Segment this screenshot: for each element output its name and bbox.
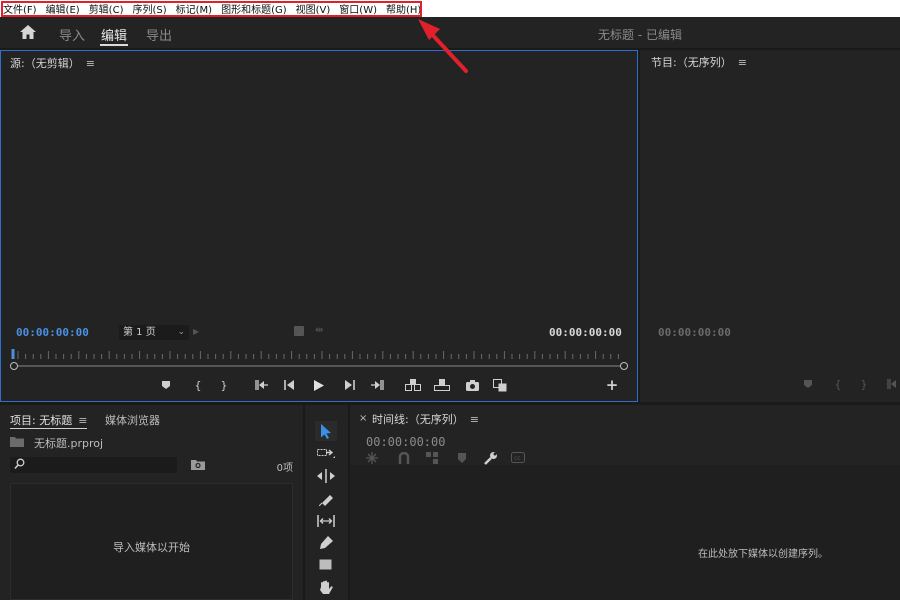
tab-edit[interactable]: 编辑 (101, 25, 127, 44)
project-panel[interactable]: 项目: 无标题 ≡ 媒体浏览器 无标题.prproj 0项 导入媒体以开始 (0, 405, 303, 600)
annotation-highlight-box (1, 1, 422, 17)
play-icon[interactable] (311, 377, 327, 393)
program-monitor-title[interactable]: 节目:（无序列） ≡ (651, 54, 747, 70)
drag-video-icon[interactable]: ⇹ (315, 325, 323, 336)
project-empty-hint: 导入媒体以开始 (113, 541, 190, 554)
panel-menu-icon[interactable]: ≡ (78, 414, 87, 427)
workspace-header: 导入 编辑 导出 无标题 - 已编辑 (0, 17, 900, 48)
play-in-to-out-icon[interactable]: ▶ (193, 327, 199, 336)
tab-project-label: 项目: 无标题 (10, 414, 73, 427)
mark-in-icon[interactable]: { (830, 376, 846, 392)
page-select[interactable]: 第 1 页 ⌄ (119, 325, 189, 340)
timeline-panel[interactable]: × 时间线:（无序列） ≡ 00:00:00:00 cc 在此处放下媒体以创建序列… (350, 405, 900, 600)
hand-tool-icon[interactable] (315, 577, 337, 597)
source-timecode-out: 00:00:00:00 (549, 326, 622, 339)
zoom-scrollbar[interactable] (10, 362, 628, 370)
mark-out-icon[interactable]: } (856, 376, 872, 392)
source-timecode-in[interactable]: 00:00:00:00 (16, 326, 89, 339)
document-title: 无标题 - 已编辑 (598, 28, 682, 42)
active-tab-underline (100, 44, 128, 46)
mark-out-icon[interactable]: } (216, 377, 232, 393)
slip-tool-icon[interactable] (315, 511, 337, 531)
selection-tool-icon[interactable] (315, 421, 337, 441)
step-forward-icon[interactable] (341, 377, 357, 393)
marker-icon[interactable] (800, 376, 816, 392)
razor-tool-icon[interactable] (315, 489, 337, 509)
scrollbar-track (16, 365, 622, 367)
captions-icon[interactable]: cc (511, 452, 525, 466)
scrollbar-right-handle[interactable] (620, 362, 628, 370)
source-monitor-panel[interactable]: 源:（无剪辑） ≡ 00:00:00:00 第 1 页 ⌄ ▶ ⇹ 00:00:0… (0, 50, 638, 402)
page-select-value: 第 1 页 (123, 327, 156, 338)
chevron-down-icon: ⌄ (177, 327, 185, 337)
project-file-name: 无标题.prproj (34, 437, 104, 450)
program-monitor-title-text: 节目:（无序列） (651, 56, 732, 69)
tab-export[interactable]: 导出 (146, 25, 172, 44)
panel-menu-icon[interactable]: ≡ (86, 57, 95, 70)
project-drop-area[interactable]: 导入媒体以开始 (10, 483, 293, 600)
panel-menu-icon[interactable]: ≡ (738, 56, 747, 69)
pen-tool-icon[interactable] (315, 533, 337, 553)
folder-icon (10, 436, 24, 450)
home-icon[interactable] (20, 25, 36, 42)
tools-panel (305, 405, 348, 600)
source-transport-controls: { } + (1, 376, 637, 394)
program-transport-controls: { } (640, 376, 900, 392)
time-ruler[interactable] (10, 349, 628, 359)
tab-project[interactable]: 项目: 无标题 ≡ (10, 412, 87, 428)
compare-icon[interactable] (492, 377, 508, 393)
go-to-out-icon[interactable] (369, 377, 385, 393)
overwrite-icon[interactable] (434, 377, 450, 393)
export-frame-icon[interactable] (464, 377, 480, 393)
search-icon (14, 458, 25, 473)
timeline-title-text: 时间线:（无序列） (372, 413, 464, 426)
program-timecode: 00:00:00:00 (658, 326, 731, 339)
panel-menu-icon[interactable]: ≡ (470, 413, 479, 426)
step-back-icon[interactable] (282, 377, 298, 393)
program-monitor-panel[interactable]: 节目:（无序列） ≡ 00:00:00:00 { } (640, 50, 900, 402)
go-to-in-icon[interactable] (884, 376, 900, 392)
project-item-count: 0项 (276, 463, 293, 474)
timeline-timecode[interactable]: 00:00:00:00 (366, 435, 445, 449)
tab-media-browser[interactable]: 媒体浏览器 (105, 412, 160, 428)
insert-icon[interactable] (405, 377, 421, 393)
timeline-track-area[interactable]: 在此处放下媒体以创建序列。 (350, 465, 900, 600)
project-file: 无标题.prproj (10, 435, 103, 451)
timeline-empty-hint: 在此处放下媒体以创建序列。 (698, 549, 828, 560)
add-button-icon[interactable]: + (604, 376, 620, 394)
mark-in-icon[interactable]: { (190, 377, 206, 393)
marker-icon[interactable] (158, 377, 174, 393)
go-to-in-icon[interactable] (254, 377, 270, 393)
settings-box-icon[interactable] (294, 326, 304, 336)
track-select-tool-icon[interactable] (315, 443, 337, 463)
project-search-input[interactable] (10, 457, 177, 473)
close-icon[interactable]: × (359, 413, 367, 424)
project-tab-underline (10, 428, 87, 429)
tab-import[interactable]: 导入 (59, 25, 85, 44)
svg-text:cc: cc (514, 455, 521, 462)
new-search-bin-icon[interactable] (191, 459, 205, 473)
scrollbar-left-handle[interactable] (10, 362, 18, 370)
source-monitor-title-text: 源:（无剪辑） (10, 57, 80, 70)
ripple-edit-tool-icon[interactable] (315, 466, 337, 486)
rectangle-tool-icon[interactable] (315, 555, 337, 575)
source-monitor-title[interactable]: 源:（无剪辑） ≡ (10, 55, 95, 71)
timeline-title[interactable]: 时间线:（无序列） ≡ (372, 411, 479, 427)
